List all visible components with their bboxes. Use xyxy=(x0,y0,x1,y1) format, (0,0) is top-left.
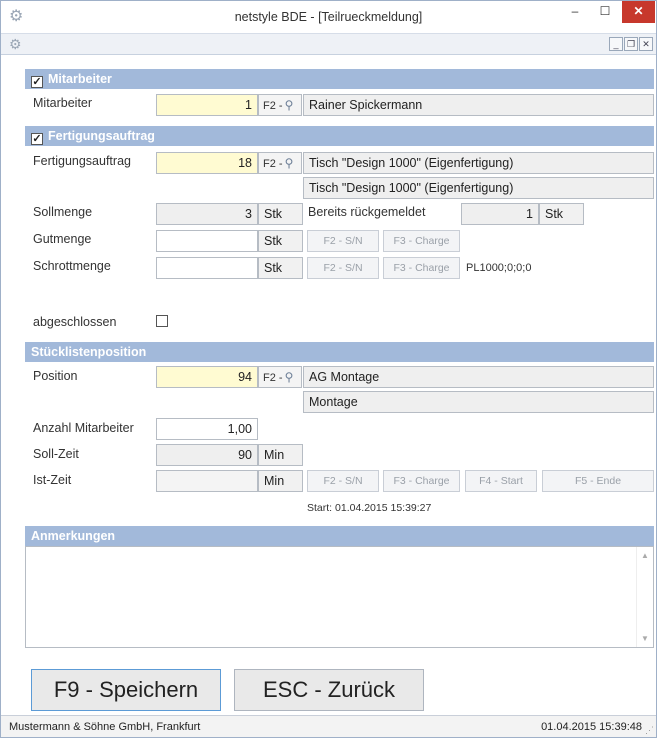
gutmenge-input[interactable] xyxy=(156,230,258,252)
anzahl-mitarbeiter-label: Anzahl Mitarbeiter xyxy=(33,421,134,435)
ende-button[interactable]: F5 - Ende xyxy=(542,470,654,492)
position-input[interactable]: 94 xyxy=(156,366,258,388)
schrottmenge-sn-button[interactable]: F2 - S/N xyxy=(307,257,379,279)
ist-zeit-charge-button[interactable]: F3 - Charge xyxy=(383,470,460,492)
anmerkungen-header-label: Anmerkungen xyxy=(31,529,116,543)
soll-zeit-field: 90 xyxy=(156,444,258,466)
mitarbeiter-input[interactable]: 1 xyxy=(156,94,258,116)
anmerkungen-textarea[interactable]: ▲ ▼ xyxy=(25,546,654,648)
status-bar: Mustermann & Söhne GmbH, Frankfurt 01.04… xyxy=(1,715,656,737)
anmerkungen-section-header: Anmerkungen xyxy=(25,526,654,546)
resize-grip-icon[interactable]: ⋰ xyxy=(645,725,654,736)
anzahl-mitarbeiter-input[interactable]: 1,00 xyxy=(156,418,258,440)
mdi-child-bar: ⚙ _ ❐ ✕ xyxy=(1,33,656,55)
f2-label: F2 - xyxy=(263,158,283,170)
sollmenge-label: Sollmenge xyxy=(33,205,93,219)
schrott-code-text: PL1000;0;0;0 xyxy=(466,262,532,274)
child-close-button[interactable]: ✕ xyxy=(639,37,653,51)
mitarbeiter-label: Mitarbeiter xyxy=(33,96,93,110)
sollmenge-field: 3 xyxy=(156,203,258,225)
gutmenge-label: Gutmenge xyxy=(33,232,92,246)
status-company: Mustermann & Söhne GmbH, Frankfurt xyxy=(9,721,201,733)
ist-zeit-label: Ist-Zeit xyxy=(33,473,72,487)
start-timestamp: Start: 01.04.2015 15:39:27 xyxy=(307,502,432,514)
f2-label: F2 - xyxy=(263,100,283,112)
save-button[interactable]: F9 - Speichern xyxy=(31,669,221,711)
start-button[interactable]: F4 - Start xyxy=(465,470,537,492)
fertigungsauftrag-search-button[interactable]: F2 - ⚲ xyxy=(258,152,302,174)
bereits-rueckgemeldet-field: 1 xyxy=(461,203,539,225)
ist-zeit-unit: Min xyxy=(258,470,303,492)
magnifier-icon: ⚲ xyxy=(284,98,294,112)
close-button[interactable]: ✕ xyxy=(622,1,655,23)
gutmenge-unit: Stk xyxy=(258,230,303,252)
soll-zeit-unit: Min xyxy=(258,444,303,466)
bereits-rueckgemeldet-label: Bereits rückgemeldet xyxy=(308,205,426,219)
gutmenge-charge-button[interactable]: F3 - Charge xyxy=(383,230,460,252)
schrottmenge-unit: Stk xyxy=(258,257,303,279)
sollmenge-unit: Stk xyxy=(258,203,303,225)
schrottmenge-label: Schrottmenge xyxy=(33,259,111,273)
ist-zeit-sn-button[interactable]: F2 - S/N xyxy=(307,470,379,492)
mitarbeiter-checkbox[interactable]: ✓ xyxy=(31,76,43,88)
fertigung-checkbox[interactable]: ✓ xyxy=(31,133,43,145)
position-search-button[interactable]: F2 - ⚲ xyxy=(258,366,302,388)
fertigung-header-label: Fertigungsauftrag xyxy=(48,129,155,143)
fertigungsauftrag-label: Fertigungsauftrag xyxy=(33,154,131,168)
mitarbeiter-name-field: Rainer Spickermann xyxy=(303,94,654,116)
maximize-button[interactable]: ☐ xyxy=(592,1,618,23)
magnifier-icon: ⚲ xyxy=(284,370,294,384)
schrottmenge-charge-button[interactable]: F3 - Charge xyxy=(383,257,460,279)
window-title: netstyle BDE - [Teilrueckmeldung] xyxy=(234,10,423,24)
stueckliste-section-header: Stücklistenposition xyxy=(25,342,654,362)
app-window: ⚙ netstyle BDE - [Teilrueckmeldung] – ☐ … xyxy=(0,0,657,738)
child-restore-button[interactable]: ❐ xyxy=(624,37,638,51)
status-datetime: 01.04.2015 15:39:48 xyxy=(541,721,642,733)
mitarbeiter-section-header[interactable]: ✓ Mitarbeiter xyxy=(25,69,654,89)
bereits-unit: Stk xyxy=(539,203,584,225)
soll-zeit-label: Soll-Zeit xyxy=(33,447,79,461)
schrottmenge-input[interactable] xyxy=(156,257,258,279)
position-desc-field: AG Montage xyxy=(303,366,654,388)
gear-icon: ⚙ xyxy=(9,36,22,52)
position-label: Position xyxy=(33,369,78,383)
fertigungsauftrag-desc-field: Tisch "Design 1000" (Eigenfertigung) xyxy=(303,152,654,174)
gutmenge-sn-button[interactable]: F2 - S/N xyxy=(307,230,379,252)
scroll-up-icon[interactable]: ▲ xyxy=(641,551,649,560)
minimize-button[interactable]: – xyxy=(562,1,588,23)
back-button[interactable]: ESC - Zurück xyxy=(234,669,424,711)
position-desc2-field: Montage xyxy=(303,391,654,413)
fertigungsauftrag-input[interactable]: 18 xyxy=(156,152,258,174)
mitarbeiter-search-button[interactable]: F2 - ⚲ xyxy=(258,94,302,116)
abgeschlossen-checkbox[interactable] xyxy=(156,315,168,327)
ist-zeit-field xyxy=(156,470,258,492)
stueckliste-header-label: Stücklistenposition xyxy=(31,345,147,359)
f2-label: F2 - xyxy=(263,372,283,384)
fertigungsauftrag-desc2-field: Tisch "Design 1000" (Eigenfertigung) xyxy=(303,177,654,199)
anmerkungen-scrollbar[interactable]: ▲ ▼ xyxy=(636,547,653,647)
child-minimize-button[interactable]: _ xyxy=(609,37,623,51)
magnifier-icon: ⚲ xyxy=(284,156,294,170)
mitarbeiter-header-label: Mitarbeiter xyxy=(48,72,112,86)
title-bar: ⚙ netstyle BDE - [Teilrueckmeldung] – ☐ … xyxy=(1,1,656,33)
abgeschlossen-label: abgeschlossen xyxy=(33,315,117,329)
fertigung-section-header[interactable]: ✓ Fertigungsauftrag xyxy=(25,126,654,146)
scroll-down-icon[interactable]: ▼ xyxy=(641,634,649,643)
